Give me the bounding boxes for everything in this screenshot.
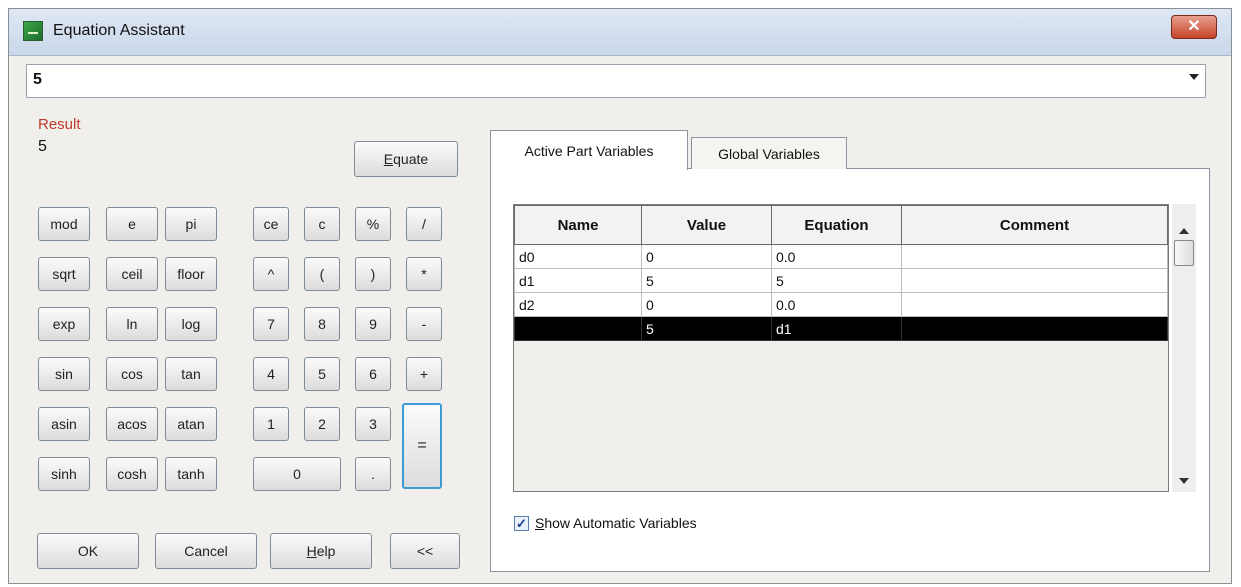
tab-active-part-variables[interactable]: Active Part Variables (490, 130, 688, 170)
column-header-comment[interactable]: Comment (901, 205, 1168, 245)
variables-grid: Name Value Equation Comment d0 0 0.0 d1 … (513, 204, 1169, 492)
close-button[interactable]: ✕ (1171, 15, 1217, 39)
key-open-paren[interactable]: ( (304, 257, 340, 291)
help-label-rest: elp (316, 543, 336, 559)
key-e[interactable]: e (106, 207, 158, 241)
key-close-paren[interactable]: ) (355, 257, 391, 291)
show-automatic-label-rest: how Automatic Variables (544, 515, 697, 531)
key-7[interactable]: 7 (253, 307, 289, 341)
key-power[interactable]: ^ (253, 257, 289, 291)
grid-scrollbar[interactable] (1172, 204, 1196, 492)
key-acos[interactable]: acos (106, 407, 158, 441)
scroll-thumb[interactable] (1174, 240, 1194, 266)
cell-equation[interactable]: 0.0 (771, 244, 902, 269)
cell-value[interactable]: 5 (641, 268, 772, 293)
cell-name[interactable]: d1 (514, 268, 642, 293)
cell-comment[interactable] (901, 244, 1168, 269)
key-4[interactable]: 4 (253, 357, 289, 391)
table-row[interactable]: d1 5 5 (514, 268, 1168, 293)
key-equals[interactable]: = (402, 403, 442, 489)
window-title: Equation Assistant (53, 22, 185, 39)
equate-accesskey: E (383, 151, 394, 167)
column-header-equation[interactable]: Equation (771, 205, 902, 245)
key-1[interactable]: 1 (253, 407, 289, 441)
cell-value[interactable]: 0 (641, 292, 772, 317)
column-header-value[interactable]: Value (641, 205, 772, 245)
collapse-toggle-button[interactable]: << (390, 533, 460, 569)
key-minus[interactable]: - (406, 307, 442, 341)
cell-comment[interactable] (901, 292, 1168, 317)
key-mod[interactable]: mod (38, 207, 90, 241)
key-exp[interactable]: exp (38, 307, 90, 341)
cell-comment[interactable] (901, 316, 1168, 341)
key-ln[interactable]: ln (106, 307, 158, 341)
key-sin[interactable]: sin (38, 357, 90, 391)
help-accesskey: H (306, 543, 317, 559)
cell-equation[interactable]: d1 (771, 316, 902, 341)
key-pi[interactable]: pi (165, 207, 217, 241)
key-9[interactable]: 9 (355, 307, 391, 341)
equate-button[interactable]: Equate (354, 141, 458, 177)
key-6[interactable]: 6 (355, 357, 391, 391)
app-icon (23, 21, 43, 41)
key-sinh[interactable]: sinh (38, 457, 90, 491)
key-5[interactable]: 5 (304, 357, 340, 391)
key-tan[interactable]: tan (165, 357, 217, 391)
key-ceil[interactable]: ceil (106, 257, 158, 291)
equate-label-rest: quate (393, 151, 429, 167)
cancel-button[interactable]: Cancel (155, 533, 257, 569)
key-tanh[interactable]: tanh (165, 457, 217, 491)
show-automatic-label[interactable]: Show Automatic Variables (535, 515, 697, 531)
key-floor[interactable]: floor (165, 257, 217, 291)
cell-comment[interactable] (901, 268, 1168, 293)
key-asin[interactable]: asin (38, 407, 90, 441)
table-row[interactable]: d0 0 0.0 (514, 244, 1168, 269)
cell-value[interactable]: 0 (641, 244, 772, 269)
key-cos[interactable]: cos (106, 357, 158, 391)
key-3[interactable]: 3 (355, 407, 391, 441)
scroll-down-icon[interactable] (1179, 478, 1189, 484)
key-sqrt[interactable]: sqrt (38, 257, 90, 291)
key-cosh[interactable]: cosh (106, 457, 158, 491)
result-value: 5 (38, 138, 47, 155)
equation-input[interactable]: 5 (26, 64, 1206, 98)
key-8[interactable]: 8 (304, 307, 340, 341)
scroll-up-icon[interactable] (1179, 228, 1189, 234)
column-header-name[interactable]: Name (514, 205, 642, 245)
cell-value[interactable]: 5 (641, 316, 772, 341)
key-2[interactable]: 2 (304, 407, 340, 441)
key-atan[interactable]: atan (165, 407, 217, 441)
ok-button[interactable]: OK (37, 533, 139, 569)
table-header-row: Name Value Equation Comment (514, 205, 1168, 245)
cell-name[interactable]: d0 (514, 244, 642, 269)
key-plus[interactable]: + (406, 357, 442, 391)
chevron-down-icon[interactable] (1189, 74, 1199, 80)
cell-equation[interactable]: 5 (771, 268, 902, 293)
table-row[interactable]: d2 0 0.0 (514, 292, 1168, 317)
key-dot[interactable]: . (355, 457, 391, 491)
key-0[interactable]: 0 (253, 457, 341, 491)
cell-name[interactable]: d2 (514, 292, 642, 317)
cell-name[interactable] (514, 316, 642, 341)
show-automatic-accesskey: S (535, 515, 545, 531)
result-label: Result (38, 116, 81, 133)
title-bar: Equation Assistant ✕ (9, 9, 1231, 56)
equation-input-value[interactable]: 5 (33, 71, 42, 89)
show-automatic-checkbox[interactable]: ✓ (514, 515, 529, 531)
tab-global-variables[interactable]: Global Variables (691, 137, 847, 169)
key-c[interactable]: c (304, 207, 340, 241)
cell-equation[interactable]: 0.0 (771, 292, 902, 317)
key-multiply[interactable]: * (406, 257, 442, 291)
variables-table: Name Value Equation Comment d0 0 0.0 d1 … (514, 205, 1168, 341)
help-button[interactable]: Help (270, 533, 372, 569)
key-log[interactable]: log (165, 307, 217, 341)
key-ce[interactable]: ce (253, 207, 289, 241)
table-row-selected[interactable]: 5 d1 (514, 316, 1168, 341)
key-percent[interactable]: % (355, 207, 391, 241)
key-divide[interactable]: / (406, 207, 442, 241)
show-automatic-variables[interactable]: ✓ Show Automatic Variables (514, 515, 697, 531)
